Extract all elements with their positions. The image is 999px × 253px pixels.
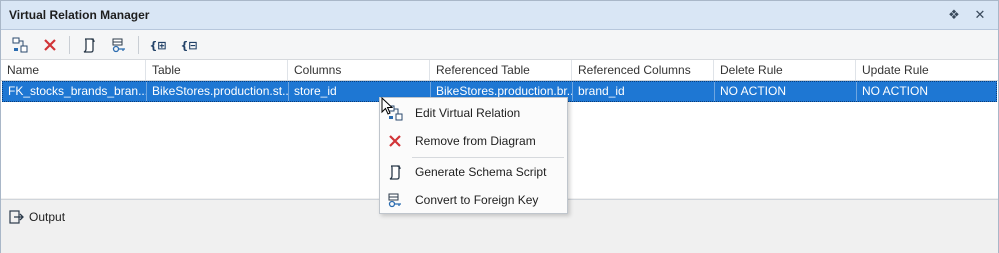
column-header-table[interactable]: Table (146, 60, 288, 80)
column-header-referenced-columns[interactable]: Referenced Columns (572, 60, 714, 80)
convert-foreign-key-button[interactable] (108, 34, 130, 56)
toolbar: {⊞ {⊟ (1, 30, 998, 60)
generate-script-button[interactable] (78, 34, 100, 56)
relation-icon (12, 37, 28, 53)
column-header-referenced-table[interactable]: Referenced Table (430, 60, 572, 80)
cell-name: FK_stocks_brands_bran... (3, 82, 147, 101)
script-icon (386, 163, 404, 181)
expand-braces-icon[interactable]: {⊞ (147, 34, 169, 56)
output-icon (9, 210, 24, 224)
cell-update-rule: NO ACTION (862, 84, 929, 98)
toolbar-separator (69, 36, 70, 54)
output-tab-label: Output (29, 210, 66, 224)
toolbar-separator (138, 36, 139, 54)
column-header-columns[interactable]: Columns (288, 60, 430, 80)
cell-table: BikeStores.production.st... (147, 82, 289, 101)
close-icon[interactable]: ✕ (971, 6, 989, 24)
menu-separator (412, 157, 564, 158)
red-x-icon (44, 39, 56, 51)
menu-item-label: Edit Virtual Relation (415, 106, 521, 120)
edit-relation-button[interactable] (9, 34, 31, 56)
red-x-icon (386, 132, 404, 150)
title-bar: Virtual Relation Manager ❖ ✕ (1, 1, 998, 30)
menu-item-remove-from-diagram[interactable]: Remove from Diagram (380, 128, 567, 154)
grid-header: Name Table Columns Referenced Table Refe… (1, 60, 998, 81)
column-header-delete-rule[interactable]: Delete Rule (714, 60, 856, 80)
mouse-pointer-icon (381, 97, 393, 115)
column-header-name[interactable]: Name (1, 60, 146, 80)
pin-icon[interactable]: ❖ (945, 6, 963, 24)
menu-item-generate-schema-script[interactable]: Generate Schema Script (380, 159, 567, 185)
remove-button[interactable] (39, 34, 61, 56)
output-tab[interactable]: Output (9, 207, 65, 227)
cell-delete-rule: NO ACTION (715, 82, 857, 101)
menu-item-label: Convert to Foreign Key (415, 193, 539, 207)
foreign-key-icon (386, 191, 404, 209)
context-menu: Edit Virtual Relation Remove from Diagra… (379, 97, 568, 214)
menu-item-convert-to-foreign-key[interactable]: Convert to Foreign Key (380, 187, 567, 213)
menu-item-label: Remove from Diagram (415, 134, 536, 148)
column-header-update-rule[interactable]: Update Rule (856, 60, 998, 80)
foreign-key-icon (112, 38, 125, 53)
script-icon (83, 38, 95, 53)
collapse-braces-icon[interactable]: {⊟ (178, 34, 200, 56)
window-title: Virtual Relation Manager (9, 8, 150, 22)
menu-item-label: Generate Schema Script (415, 165, 547, 179)
cell-referenced-columns: brand_id (573, 82, 715, 101)
menu-item-edit-virtual-relation[interactable]: Edit Virtual Relation (380, 100, 567, 126)
